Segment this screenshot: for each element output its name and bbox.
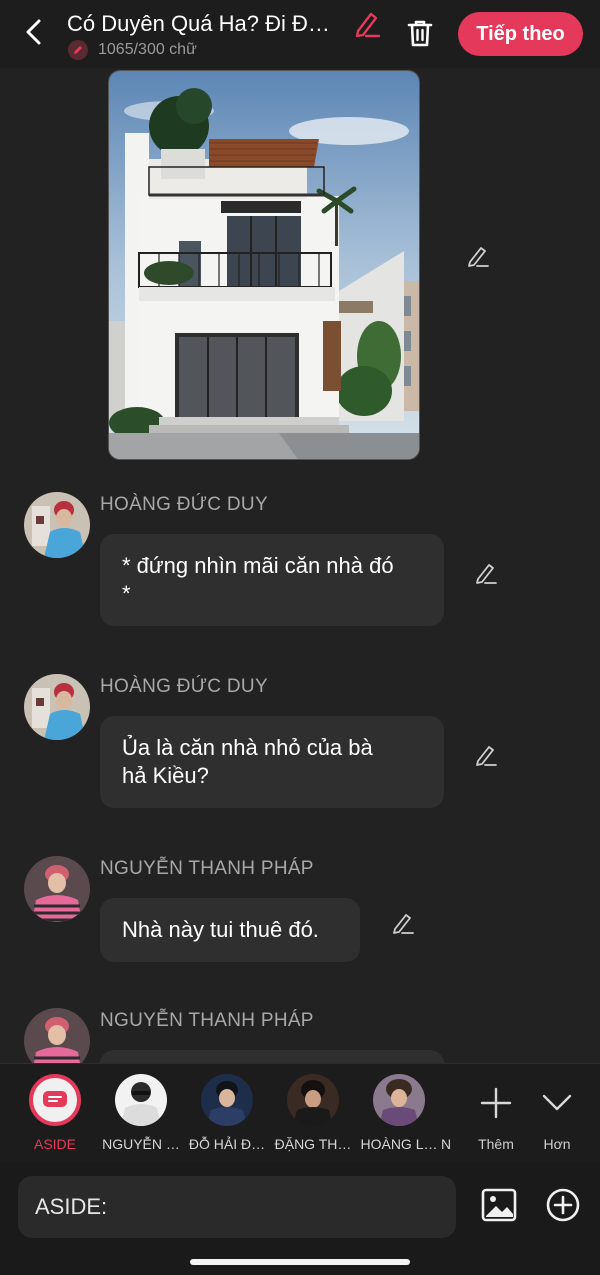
delete-button[interactable] [404,17,436,49]
chevron-down-icon [542,1094,572,1111]
avatar [287,1074,339,1126]
story-title[interactable]: Có Duyên Quá Ha? Đi Đ… [67,11,342,37]
character-option[interactable]: HOÀNG L… [354,1074,444,1158]
character-selector: ASIDE NGUYỄN … ĐỖ HẢI Đ… ĐẶNG TH… HOÀNG … [0,1063,600,1163]
message-bubble[interactable]: Ủa là căn nhà nhỏ của bà hả Kiều? [100,716,444,808]
house-image[interactable] [108,70,420,460]
character-option[interactable]: N [440,1074,452,1158]
avatar [201,1074,253,1126]
character-name: NGUYỄN THANH PHÁP [100,858,314,879]
message-item: HOÀNG ĐỨC DUY * đứng nhìn mãi căn nhà đó… [0,490,600,650]
add-label: Thêm [478,1136,514,1152]
message-bubble[interactable] [100,1050,444,1063]
edit-message-button[interactable] [473,742,499,768]
word-count-text: 1065/300 chữ [98,41,197,58]
avatar[interactable] [24,1008,90,1063]
avatar[interactable] [24,674,90,740]
composer: ASIDE: [0,1163,600,1275]
character-option[interactable]: ĐỖ HẢI Đ… [182,1074,272,1158]
message-item: NGUYỄN THANH PHÁP Nhà này tui thuê đó. [0,854,600,984]
character-name: NGUYỄN THANH PHÁP [100,1010,314,1031]
image-icon [481,1188,517,1222]
add-character-button[interactable]: Thêm [468,1074,524,1158]
character-name: HOÀNG ĐỨC DUY [100,676,268,697]
plus-circle-icon [546,1188,580,1222]
top-bar: Có Duyên Quá Ha? Đi Đ… 1065/300 chữ Tiếp… [0,0,600,68]
edit-message-button[interactable] [390,910,416,936]
aside-avatar [29,1074,81,1126]
story-editor-screen: Có Duyên Quá Ha? Đi Đ… 1065/300 chữ Tiếp… [0,0,600,1275]
trash-icon [407,20,433,47]
house-illustration [109,71,419,459]
message-item: NGUYỄN THANH PHÁP [0,1006,600,1063]
avatar[interactable] [24,856,90,922]
pencil-icon [68,40,88,60]
add-content-button[interactable] [544,1186,582,1224]
message-feed[interactable]: HOÀNG ĐỨC DUY * đứng nhìn mãi căn nhà đó… [0,68,600,1063]
message-bubble[interactable]: Nhà này tui thuê đó. [100,898,360,962]
pencil-icon [355,12,381,38]
avatar [115,1074,167,1126]
edit-image-button[interactable] [465,243,491,269]
message-bubble[interactable]: * đứng nhìn mãi căn nhà đó * [100,534,444,626]
message-text-line: hả Kiều? [122,763,209,788]
character-label: NGUYỄN … [102,1136,180,1152]
pencil-icon [468,247,489,267]
avatar [373,1074,425,1126]
message-input[interactable]: ASIDE: [18,1176,456,1238]
message-text-line: Nhà này tui thuê đó. [122,917,319,942]
character-label: N [440,1136,452,1152]
more-label: Hơn [543,1136,571,1152]
message-text-line: * đứng nhìn mãi căn nhà đó [122,553,394,578]
character-label: ASIDE [33,1136,76,1152]
pencil-icon [476,746,497,766]
word-count: 1065/300 chữ [68,40,197,60]
message-item: HOÀNG ĐỨC DUY Ủa là căn nhà nhỏ của bà h… [0,672,600,832]
avatar[interactable] [24,492,90,558]
character-option[interactable]: NGUYỄN … [96,1074,186,1158]
character-name: HOÀNG ĐỨC DUY [100,494,268,515]
back-button[interactable] [18,16,50,48]
message-text-line: * [122,581,131,606]
insert-image-button[interactable] [480,1186,518,1224]
next-button[interactable]: Tiếp theo [458,12,583,56]
edit-title-button[interactable] [352,9,382,39]
character-label: ĐẶNG TH… [274,1136,352,1152]
more-button[interactable]: Hơn [529,1074,585,1158]
character-option[interactable]: ĐẶNG TH… [268,1074,358,1158]
character-label: HOÀNG L… [360,1136,438,1152]
plus-icon [480,1087,512,1119]
message-text-line: Ủa là căn nhà nhỏ của bà [122,735,373,760]
pencil-icon [393,914,414,934]
edit-message-button[interactable] [473,560,499,586]
character-label: ĐỖ HẢI Đ… [188,1136,266,1152]
chat-bubble-icon [43,1091,67,1107]
home-indicator[interactable] [190,1259,410,1265]
pencil-icon [476,564,497,584]
character-aside[interactable]: ASIDE [10,1074,100,1158]
chevron-left-icon [26,19,41,45]
